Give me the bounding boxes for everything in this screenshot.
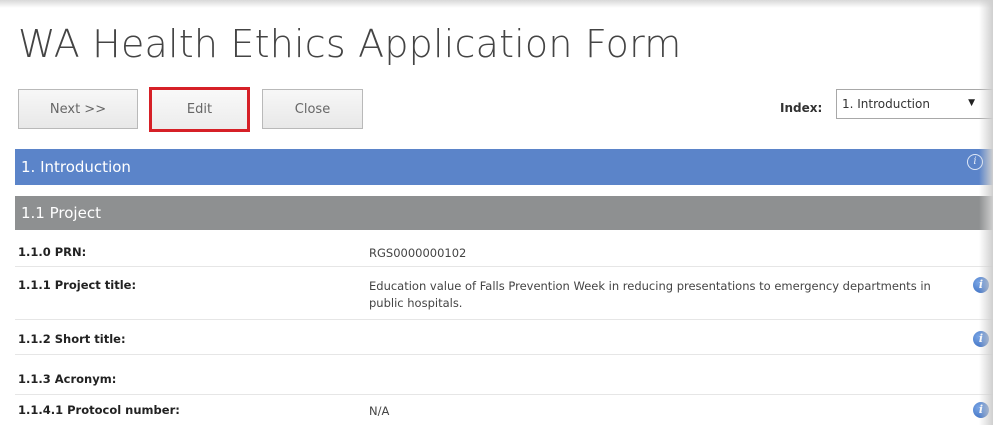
field-label: 1.1.4.1 Protocol number: xyxy=(18,403,180,417)
help-icon[interactable]: i xyxy=(973,402,989,418)
next-button[interactable]: Next >> xyxy=(18,89,138,129)
index-selected-value: 1. Introduction xyxy=(842,97,930,111)
field-value: Education value of Falls Prevention Week… xyxy=(369,279,931,310)
section-header-introduction: 1. Introduction i xyxy=(15,149,993,185)
page-title: WA Health Ethics Application Form xyxy=(18,22,682,66)
subsection-title: 1.1 Project xyxy=(21,204,101,222)
divider xyxy=(15,266,993,267)
field-value: RGS0000000102 xyxy=(369,246,467,260)
edit-button[interactable]: Edit xyxy=(149,87,250,132)
divider xyxy=(15,319,993,320)
help-icon[interactable]: i xyxy=(973,331,989,347)
form-page: WA Health Ethics Application Form Next >… xyxy=(0,0,993,425)
close-button[interactable]: Close xyxy=(262,89,363,129)
field-label: 1.1.2 Short title: xyxy=(18,332,126,346)
index-label: Index: xyxy=(780,101,823,115)
field-value: N/A xyxy=(369,404,390,418)
index-select[interactable]: 1. Introduction ▼ xyxy=(836,89,993,119)
field-label: 1.1.0 PRN: xyxy=(18,245,87,259)
divider xyxy=(15,354,993,355)
field-label: 1.1.3 Acronym: xyxy=(18,372,117,386)
dropdown-arrow-icon: ▼ xyxy=(968,98,975,108)
help-icon[interactable]: i xyxy=(973,277,989,293)
divider xyxy=(15,394,993,395)
section-title: 1. Introduction xyxy=(21,158,131,176)
subsection-header-project: 1.1 Project xyxy=(15,196,993,230)
info-icon[interactable]: i xyxy=(967,154,983,170)
field-label: 1.1.1 Project title: xyxy=(18,278,137,292)
